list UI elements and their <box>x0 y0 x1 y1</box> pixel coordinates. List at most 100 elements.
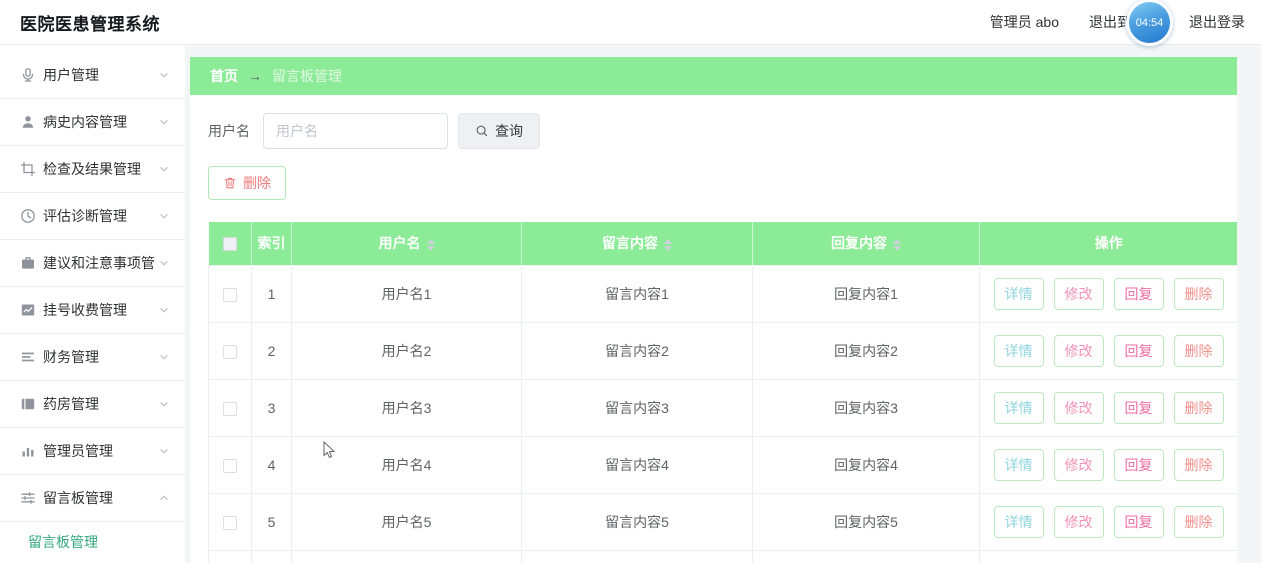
detail-button[interactable]: 详情 <box>994 335 1044 367</box>
chevron-down-icon <box>157 162 171 176</box>
header-reply[interactable]: 回复内容 <box>753 222 980 265</box>
row-checkbox[interactable] <box>223 345 237 359</box>
chevron-down-icon <box>157 256 171 270</box>
search-icon <box>475 124 489 138</box>
logout-link[interactable]: 退出登录 <box>1189 12 1245 32</box>
header-message[interactable]: 留言内容 <box>522 222 753 265</box>
chevron-down-icon <box>157 115 171 129</box>
cell-message: 留言内容4 <box>522 436 753 493</box>
sidebar-item-advice-notes[interactable]: 建议和注意事项管理 <box>0 240 185 287</box>
message-board-table: 索引 用户名 留言内容 回复内容 操作 1 用户名1 留言内容1 回复内容1 详… <box>208 222 1237 563</box>
header-checkbox-cell <box>209 222 252 265</box>
table-row: 2 用户名2 留言内容2 回复内容2 详情 修改 回复 删除 <box>209 322 1238 379</box>
sidebar-item-exam-results[interactable]: 检查及结果管理 <box>0 146 185 193</box>
sliders-icon <box>20 490 36 506</box>
search-row: 用户名 查询 <box>208 113 1219 149</box>
table-row: 3 用户名3 留言内容3 回复内容3 详情 修改 回复 删除 <box>209 379 1238 436</box>
sidebar-item-label: 留言板管理 <box>43 488 155 508</box>
detail-button[interactable]: 详情 <box>994 278 1044 310</box>
row-checkbox[interactable] <box>223 516 237 530</box>
modify-button[interactable]: 修改 <box>1054 449 1104 481</box>
table-row: 1 用户名1 留言内容1 回复内容1 详情 修改 回复 删除 <box>209 265 1238 322</box>
sidebar-subitem-message-board[interactable]: 留言板管理 <box>0 522 185 562</box>
top-header: 医院医患管理系统 管理员 abo 退出到前台 退出登录 <box>0 0 1261 45</box>
sort-icon[interactable] <box>893 239 901 251</box>
delete-button[interactable]: 删除 <box>1174 506 1224 538</box>
trash-icon <box>223 176 237 190</box>
sidebar-item-label: 用户管理 <box>43 65 155 85</box>
cell-reply: 回复内容4 <box>753 436 980 493</box>
username-search-input[interactable] <box>263 113 448 149</box>
cell-message: 留言内容1 <box>522 265 753 322</box>
search-field-label: 用户名 <box>208 121 250 141</box>
batch-delete-button[interactable]: 删除 <box>208 166 286 200</box>
modify-button[interactable]: 修改 <box>1054 335 1104 367</box>
chevron-down-icon <box>157 68 171 82</box>
sidebar-item-label: 建议和注意事项管理 <box>43 253 155 273</box>
reply-button[interactable]: 回复 <box>1114 335 1164 367</box>
sidebar-item-label: 检查及结果管理 <box>43 159 155 179</box>
delete-button[interactable]: 删除 <box>1174 278 1224 310</box>
sidebar-item-label: 病史内容管理 <box>43 112 155 132</box>
reply-button[interactable]: 回复 <box>1114 506 1164 538</box>
cell-username: 用户名1 <box>292 265 522 322</box>
cell-username: 用户名2 <box>292 322 522 379</box>
sidebar-item-assessment-diagnosis[interactable]: 评估诊断管理 <box>0 193 185 240</box>
sort-icon[interactable] <box>427 239 435 251</box>
cell-username: 用户名3 <box>292 379 522 436</box>
modify-button[interactable]: 修改 <box>1054 278 1104 310</box>
sidebar-item-label: 管理员管理 <box>43 441 155 461</box>
row-checkbox[interactable] <box>223 288 237 302</box>
chevron-down-icon <box>157 209 171 223</box>
breadcrumb: 首页 → 留言板管理 <box>190 57 1237 95</box>
sidebar-item-registration-fees[interactable]: 挂号收费管理 <box>0 287 185 334</box>
query-button[interactable]: 查询 <box>458 113 540 149</box>
bar-chart-icon <box>20 443 36 459</box>
delete-button[interactable]: 删除 <box>1174 335 1224 367</box>
detail-button[interactable]: 详情 <box>994 506 1044 538</box>
sidebar-item-user-management[interactable]: 用户管理 <box>0 52 185 99</box>
row-checkbox[interactable] <box>223 402 237 416</box>
table-row: 4 用户名4 留言内容4 回复内容4 详情 修改 回复 删除 <box>209 436 1238 493</box>
breadcrumb-home[interactable]: 首页 <box>210 66 238 86</box>
sidebar-item-label: 财务管理 <box>43 347 155 367</box>
table-header-row: 索引 用户名 留言内容 回复内容 操作 <box>209 222 1238 265</box>
briefcase-icon <box>20 255 36 271</box>
cell-username: 用户名4 <box>292 436 522 493</box>
reply-button[interactable]: 回复 <box>1114 392 1164 424</box>
reply-button[interactable]: 回复 <box>1114 449 1164 481</box>
trend-chart-icon <box>20 302 36 318</box>
cell-index: 1 <box>252 265 292 322</box>
sidebar-item-admin-management[interactable]: 管理员管理 <box>0 428 185 475</box>
cell-reply: 回复内容5 <box>753 493 980 550</box>
modify-button[interactable]: 修改 <box>1054 392 1104 424</box>
select-all-checkbox[interactable] <box>223 237 237 251</box>
sidebar-item-message-board[interactable]: 留言板管理 <box>0 475 185 522</box>
sort-icon[interactable] <box>664 239 672 251</box>
modify-button[interactable]: 修改 <box>1054 506 1104 538</box>
page: 医院医患管理系统 管理员 abo 退出到前台 退出登录 04:54 用户管理 病… <box>0 0 1261 563</box>
query-button-label: 查询 <box>495 121 523 141</box>
reply-button[interactable]: 回复 <box>1114 278 1164 310</box>
header-username[interactable]: 用户名 <box>292 222 522 265</box>
cell-message: 留言内容2 <box>522 322 753 379</box>
cell-index <box>252 550 292 563</box>
sidebar-item-pharmacy[interactable]: 药房管理 <box>0 381 185 428</box>
delete-button[interactable]: 删除 <box>1174 392 1224 424</box>
sidebar-item-medical-history[interactable]: 病史内容管理 <box>0 99 185 146</box>
cell-index: 5 <box>252 493 292 550</box>
table-row: 5 用户名5 留言内容5 回复内容5 详情 修改 回复 删除 <box>209 493 1238 550</box>
content-card: 用户名 查询 删除 <box>190 95 1237 563</box>
sidebar-item-finance[interactable]: 财务管理 <box>0 334 185 381</box>
row-checkbox[interactable] <box>223 459 237 473</box>
cell-message <box>522 550 753 563</box>
recording-timer-badge[interactable]: 04:54 <box>1126 0 1173 46</box>
cell-reply: 回复内容2 <box>753 322 980 379</box>
detail-button[interactable]: 详情 <box>994 392 1044 424</box>
cell-index: 3 <box>252 379 292 436</box>
toolbar-row: 删除 <box>208 166 1219 200</box>
cell-index: 2 <box>252 322 292 379</box>
cell-index: 4 <box>252 436 292 493</box>
delete-button[interactable]: 删除 <box>1174 449 1224 481</box>
detail-button[interactable]: 详情 <box>994 449 1044 481</box>
